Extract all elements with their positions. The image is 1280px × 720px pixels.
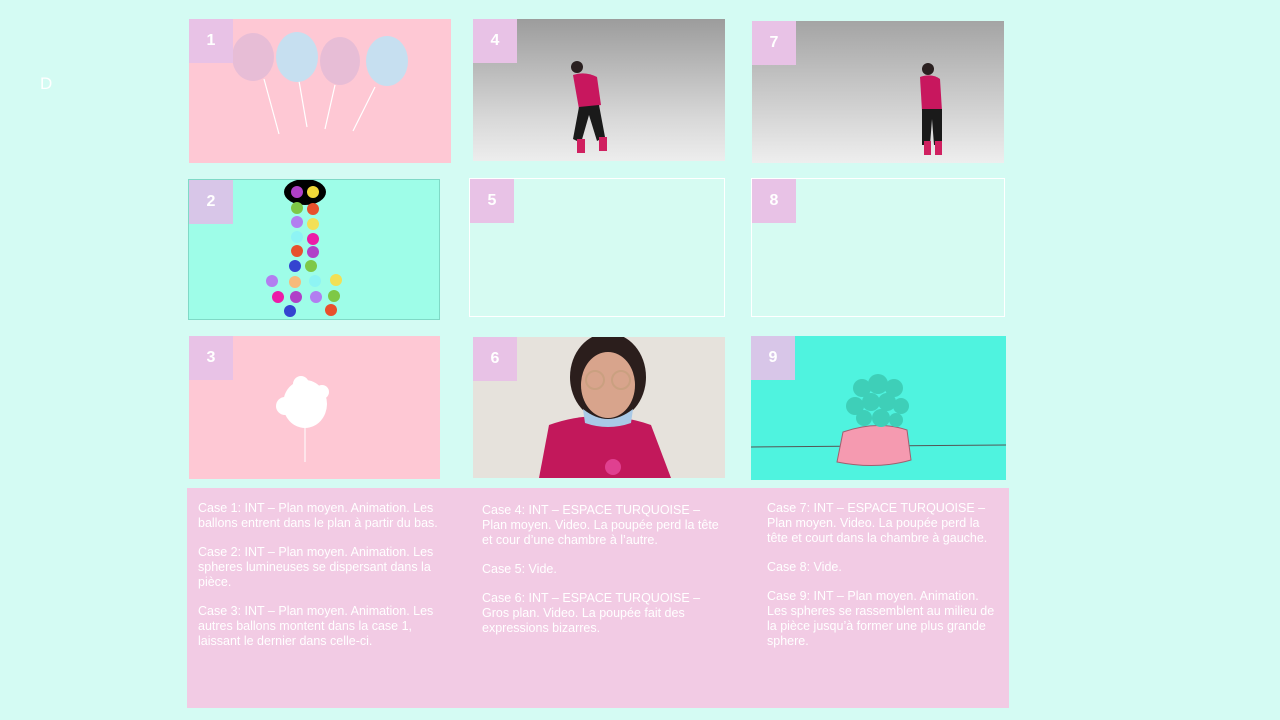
panel-number: 7: [752, 21, 796, 65]
panel-number: 4: [473, 19, 517, 63]
panel-2[interactable]: 2: [188, 179, 440, 320]
description-column-1: Case 1: INT – Plan moyen. Animation. Les…: [198, 501, 438, 663]
corner-mark: D: [40, 74, 53, 93]
panel-number: 3: [189, 336, 233, 380]
panel-8[interactable]: 8: [751, 178, 1005, 317]
panel-number: 5: [470, 179, 514, 223]
panel-5[interactable]: 5: [469, 178, 725, 317]
panel-3[interactable]: 3: [189, 336, 440, 479]
panel-4[interactable]: 4: [473, 19, 725, 161]
panel-number: 8: [752, 179, 796, 223]
panel-number: 1: [189, 19, 233, 63]
case-description: Case 5: Vide.: [482, 562, 557, 576]
case-description: Case 3: INT – Plan moyen. Animation. Les…: [198, 604, 434, 648]
panel-6[interactable]: 6: [473, 337, 725, 478]
case-description: Case 2: INT – Plan moyen. Animation. Les…: [198, 545, 434, 589]
panel-9[interactable]: 9: [751, 336, 1006, 480]
panel-number: 9: [751, 336, 795, 380]
panel-number: 6: [473, 337, 517, 381]
case-description: Case 1: INT – Plan moyen. Animation. Les…: [198, 501, 438, 530]
case-description: Case 4: INT – ESPACE TURQUOISE – Plan mo…: [482, 503, 719, 547]
case-description: Case 7: INT – ESPACE TURQUOISE – Plan mo…: [767, 501, 988, 545]
description-column-2: Case 4: INT – ESPACE TURQUOISE – Plan mo…: [482, 503, 722, 650]
case-description: Case 8: Vide.: [767, 560, 842, 574]
case-description: Case 9: INT – Plan moyen. Animation. Les…: [767, 589, 995, 648]
description-box: Case 1: INT – Plan moyen. Animation. Les…: [187, 488, 1009, 708]
panel-number: 2: [189, 180, 233, 224]
description-column-3: Case 7: INT – ESPACE TURQUOISE – Plan mo…: [767, 501, 1002, 663]
case-description: Case 6: INT – ESPACE TURQUOISE – Gros pl…: [482, 591, 701, 635]
panel-1[interactable]: 1: [189, 19, 451, 163]
panel-7[interactable]: 7: [752, 21, 1004, 163]
